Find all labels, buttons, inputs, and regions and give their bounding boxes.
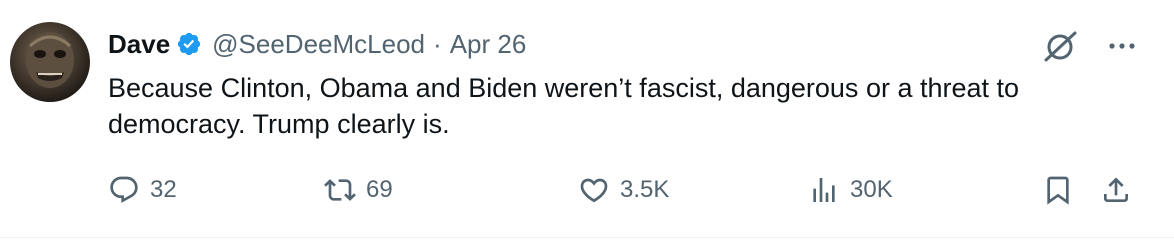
tweet-text: Because Clinton, Obama and Biden weren’t… (108, 73, 1020, 139)
grok-icon[interactable] (1040, 30, 1082, 62)
repost-button[interactable]: 69 (324, 170, 393, 210)
avatar[interactable] (10, 22, 90, 102)
tweet-actions: 32 69 3.5K 30K (104, 170, 1144, 210)
heart-icon (580, 178, 608, 203)
like-count: 3.5K (620, 176, 670, 203)
divider (0, 237, 1174, 238)
bookmark-icon (1047, 176, 1069, 205)
author-handle[interactable]: @SeeDeeMcLeod (212, 29, 425, 60)
share-button[interactable] (1100, 170, 1132, 210)
repost-icon (324, 179, 356, 201)
tweet[interactable]: Dave @SeeDeeMcLeod · Apr 26 Because Clin… (0, 0, 1174, 240)
views-icon (813, 178, 835, 202)
reply-icon (110, 176, 138, 203)
views-count: 30K (850, 176, 893, 203)
tweet-date[interactable]: Apr 26 (450, 29, 527, 60)
reply-count: 32 (150, 176, 177, 203)
reply-button[interactable]: 32 (108, 170, 177, 210)
bookmark-button[interactable] (1042, 170, 1074, 210)
repost-count: 69 (366, 176, 393, 203)
display-name[interactable]: Dave (108, 29, 170, 60)
share-icon (1104, 177, 1128, 202)
verified-badge-icon[interactable] (176, 31, 202, 57)
tweet-header: Dave @SeeDeeMcLeod · Apr 26 (108, 26, 526, 62)
like-button[interactable]: 3.5K (578, 170, 669, 210)
more-icon[interactable] (1104, 32, 1140, 60)
avatar-image (26, 32, 74, 88)
separator-dot: · (433, 28, 442, 59)
views-button[interactable]: 30K (808, 170, 893, 210)
